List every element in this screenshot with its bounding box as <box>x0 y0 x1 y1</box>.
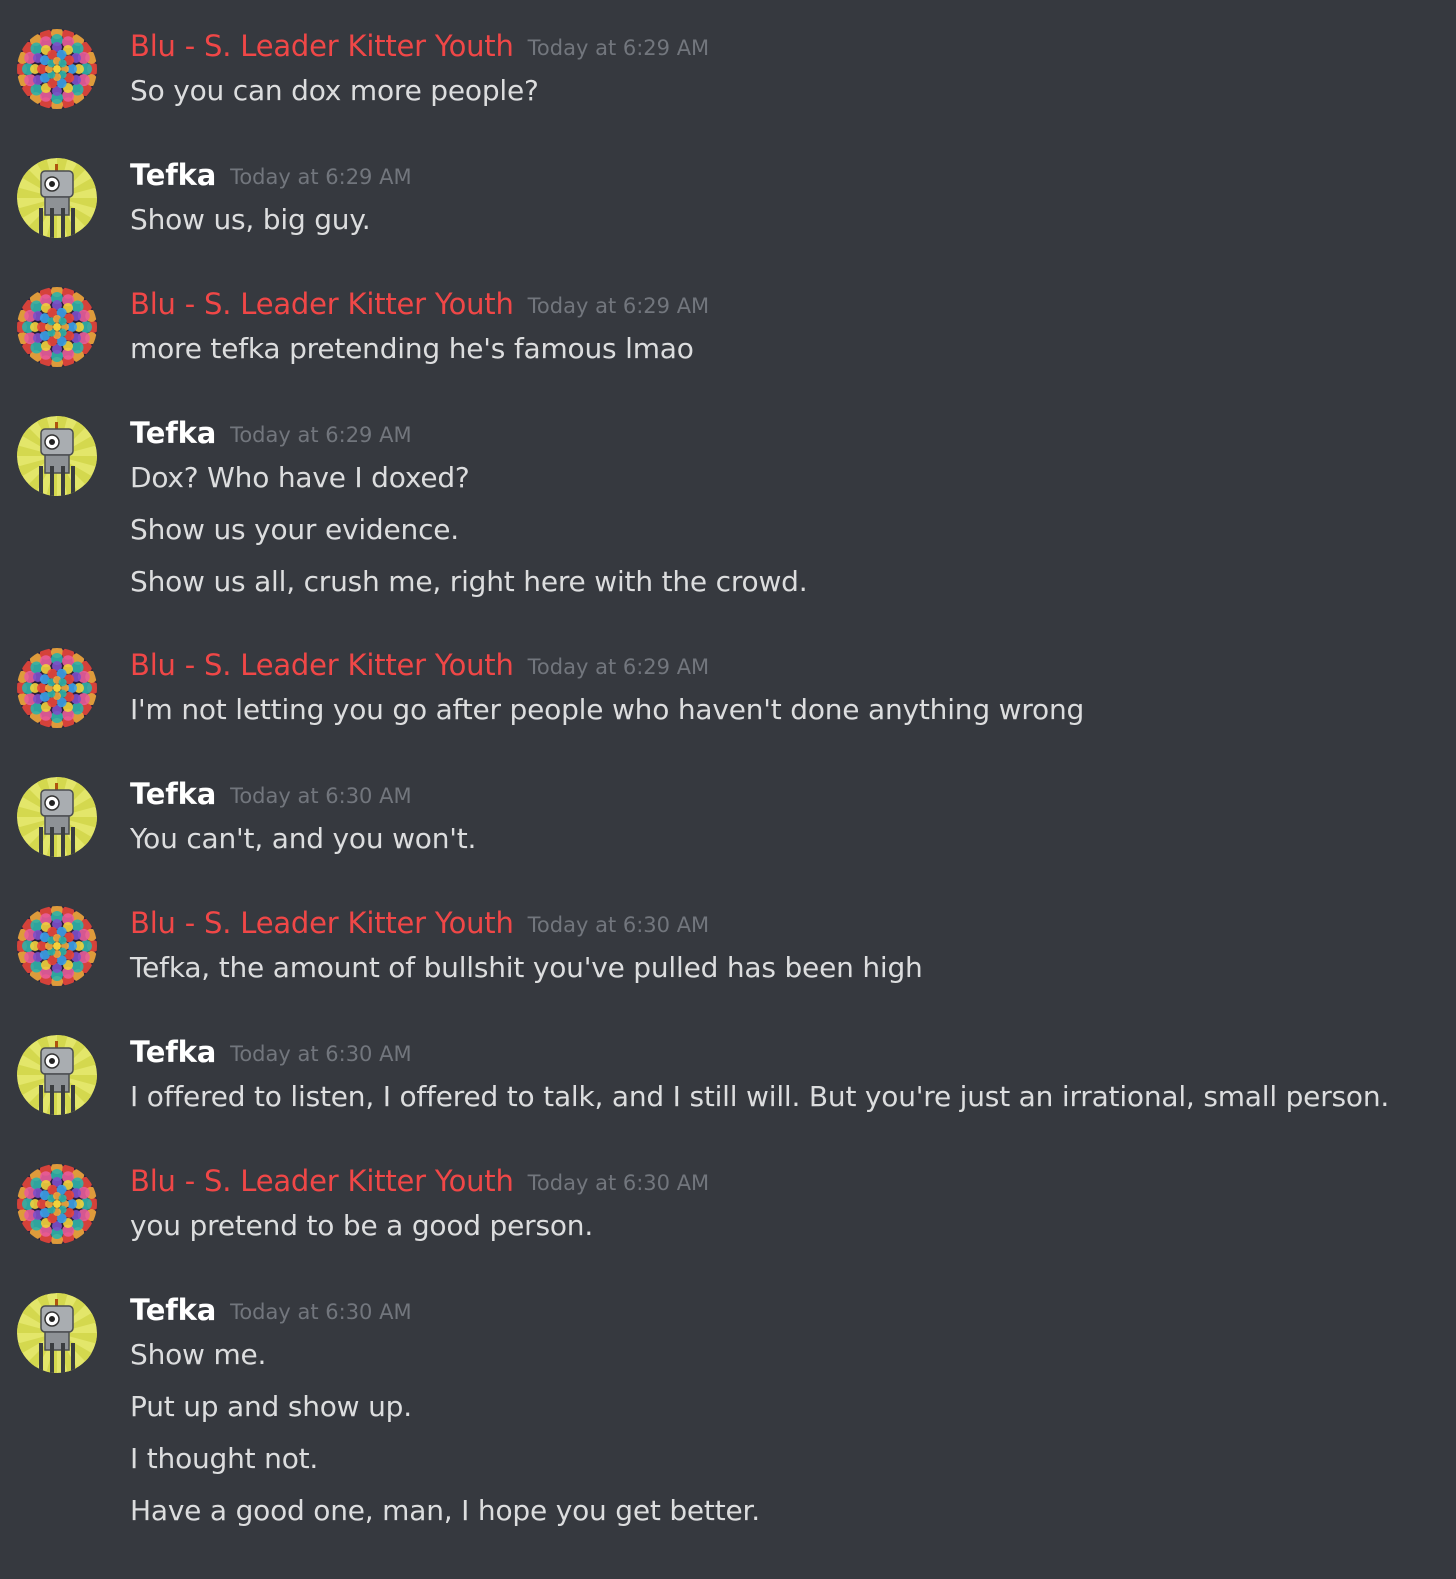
username[interactable]: Blu - S. Leader Kitter Youth <box>130 287 514 321</box>
username[interactable]: Blu - S. Leader Kitter Youth <box>130 648 514 682</box>
username[interactable]: Tefka <box>130 777 216 811</box>
message-text: Have a good one, man, I hope you get bet… <box>130 1494 760 1527</box>
message-text: Show us your evidence. <box>130 513 459 546</box>
robot-avatar-icon[interactable] <box>17 158 97 238</box>
message-text: more tefka pretending he's famous lmao <box>130 332 694 365</box>
username[interactable]: Tefka <box>130 158 216 192</box>
message-text: I'm not letting you go after people who … <box>130 693 1085 726</box>
robot-avatar-icon[interactable] <box>17 1293 97 1373</box>
timestamp: Today at 6:29 AM <box>230 165 412 189</box>
username[interactable]: Tefka <box>130 416 216 450</box>
mandala-avatar-icon[interactable] <box>17 1164 97 1244</box>
chat-messages: Blu - S. Leader Kitter Youth Today at 6:2… <box>0 0 1456 1579</box>
message-text: So you can dox more people? <box>130 74 539 107</box>
username[interactable]: Tefka <box>130 1293 216 1327</box>
message-text: I thought not. <box>130 1442 319 1475</box>
username[interactable]: Blu - S. Leader Kitter Youth <box>130 1164 514 1198</box>
timestamp: Today at 6:29 AM <box>527 36 710 60</box>
timestamp: Today at 6:30 AM <box>230 1300 412 1324</box>
message-text: Tefka, the amount of bullshit you've pul… <box>130 951 923 984</box>
mandala-avatar-icon[interactable] <box>17 906 97 986</box>
timestamp: Today at 6:30 AM <box>230 1042 412 1066</box>
robot-avatar-icon[interactable] <box>17 777 97 857</box>
message-text: Dox? Who have I doxed? <box>130 461 470 494</box>
message-text: you pretend to be a good person. <box>130 1209 594 1242</box>
message-text: Show us all, crush me, right here with t… <box>130 565 808 598</box>
robot-avatar-icon[interactable] <box>17 416 97 496</box>
username[interactable]: Blu - S. Leader Kitter Youth <box>130 906 514 940</box>
message-text: You can't, and you won't. <box>130 822 477 855</box>
timestamp: Today at 6:30 AM <box>527 1171 710 1195</box>
mandala-avatar-icon[interactable] <box>17 648 97 728</box>
message-text: I offered to listen, I offered to talk, … <box>130 1080 1390 1113</box>
mandala-avatar-icon[interactable] <box>17 287 97 367</box>
timestamp: Today at 6:29 AM <box>527 294 710 318</box>
message-text: Show me. <box>130 1338 267 1371</box>
username[interactable]: Tefka <box>130 1035 216 1069</box>
timestamp: Today at 6:30 AM <box>230 784 412 808</box>
timestamp: Today at 6:29 AM <box>230 423 412 447</box>
timestamp: Today at 6:29 AM <box>527 655 710 679</box>
robot-avatar-icon[interactable] <box>17 1035 97 1115</box>
message-text: Show us, big guy. <box>130 203 371 236</box>
mandala-avatar-icon[interactable] <box>17 29 97 109</box>
timestamp: Today at 6:30 AM <box>527 913 710 937</box>
message-text: Put up and show up. <box>130 1390 412 1423</box>
username[interactable]: Blu - S. Leader Kitter Youth <box>130 29 514 63</box>
